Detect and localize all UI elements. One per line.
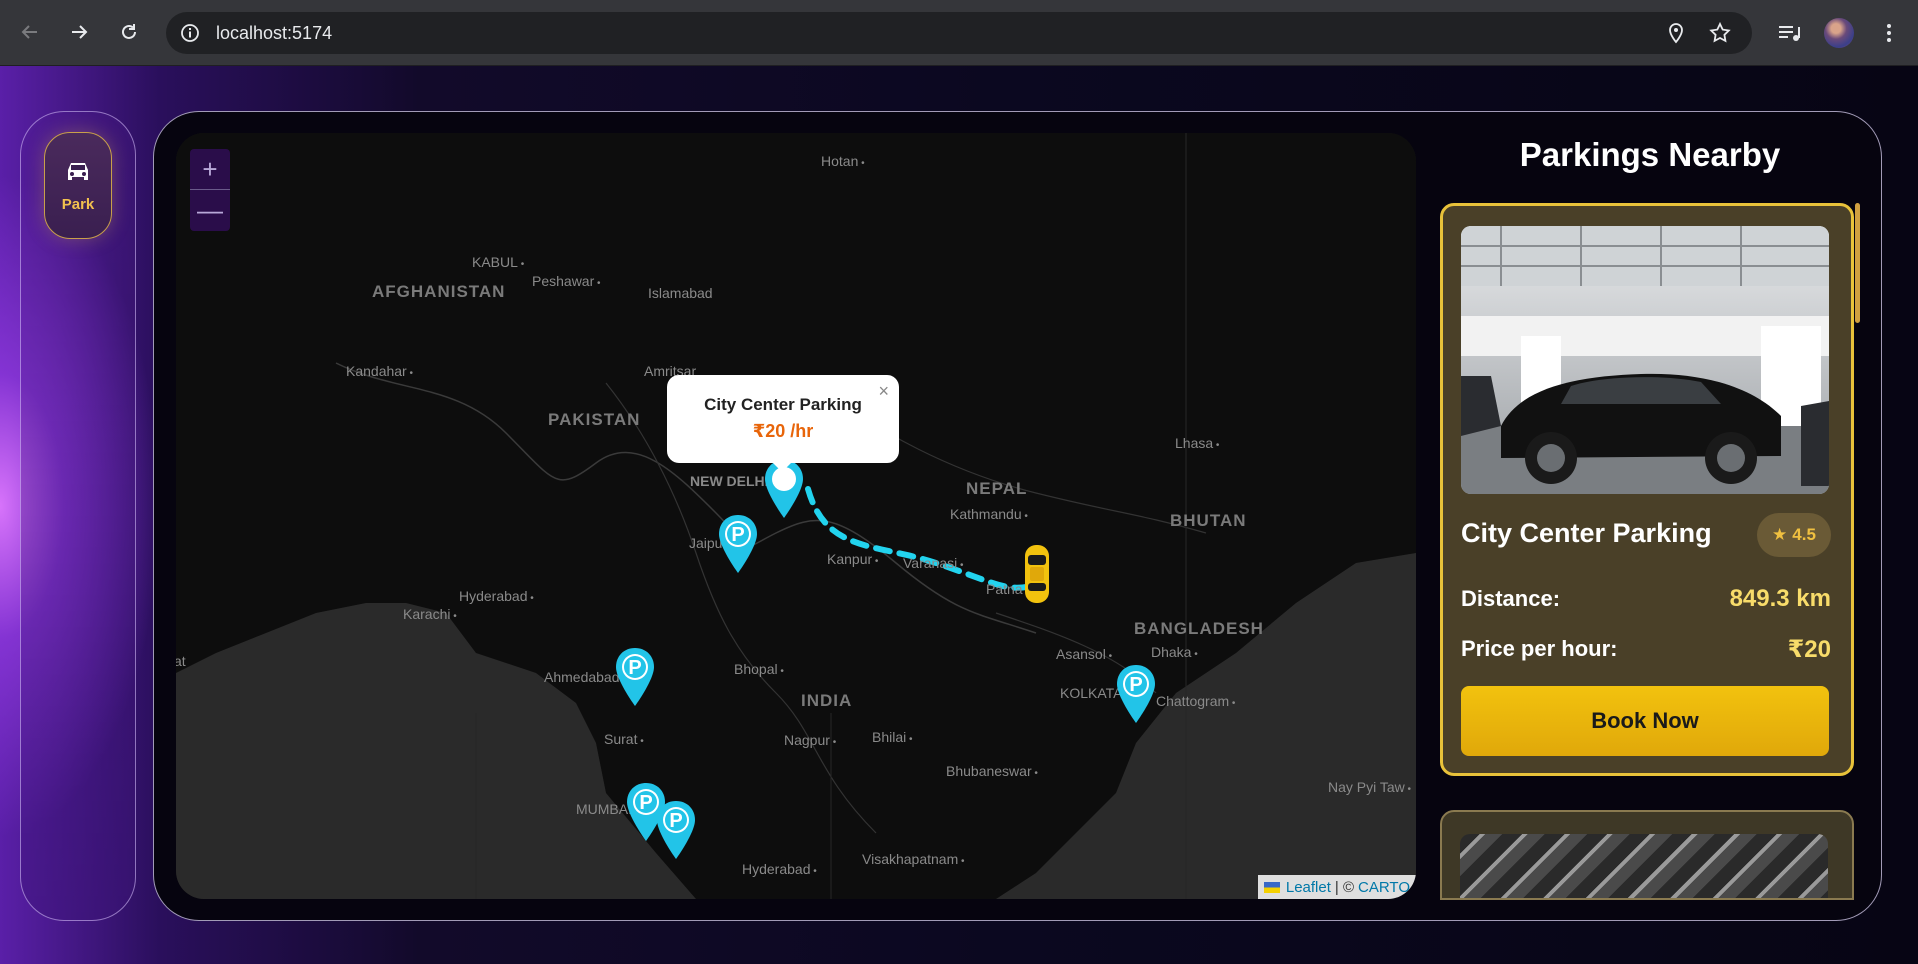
parking-image: [1460, 834, 1828, 898]
map-label: Kanpur: [827, 551, 878, 567]
url-text: localhost:5174: [216, 23, 333, 43]
map-label: Dhaka: [1151, 644, 1198, 660]
panel-scrollbar[interactable]: [1855, 203, 1860, 323]
map-label: NEW DELHI: [690, 473, 769, 489]
zoom-control: + —: [190, 149, 230, 231]
sidebar-item-park[interactable]: Park: [44, 132, 112, 239]
map-label: Hotan: [821, 153, 865, 169]
parking-pin-icon[interactable]: P: [613, 646, 657, 708]
sidebar-item-label: Park: [61, 195, 95, 213]
book-now-button[interactable]: Book Now: [1461, 686, 1829, 756]
map-label: BANGLADESH: [1134, 619, 1264, 638]
distance-label: Distance:: [1461, 586, 1561, 611]
svg-text:P: P: [731, 524, 744, 546]
map-label: Peshawar: [532, 273, 601, 289]
map-label: BHUTAN: [1170, 511, 1247, 530]
parking-pin-icon[interactable]: P: [716, 513, 760, 575]
parking-pin-icon[interactable]: P: [654, 799, 698, 861]
back-icon[interactable]: [14, 16, 46, 48]
car-icon: [63, 159, 93, 190]
ukraine-flag-icon: [1263, 881, 1280, 893]
map-label: Kandahar: [346, 363, 413, 379]
media-icon[interactable]: [1774, 18, 1804, 48]
popup-tip: [770, 460, 794, 472]
star-icon: ★: [1772, 525, 1788, 544]
map-label: NEPAL: [966, 479, 1028, 498]
map-label: Nagpur: [784, 732, 836, 748]
location-icon[interactable]: [1664, 21, 1688, 45]
map-label: Lhasa: [1175, 435, 1219, 451]
svg-text:P: P: [669, 810, 682, 832]
rating-value: 4.5: [1792, 525, 1816, 544]
browser-toolbar: localhost:5174: [0, 0, 1918, 66]
map-label: Chattogram: [1156, 693, 1235, 709]
map-label: Islamabad: [648, 285, 713, 301]
map-attribution: Leaflet | © CARTO: [1257, 875, 1416, 899]
map-label: Bhopal: [734, 661, 784, 677]
reload-icon[interactable]: [113, 16, 145, 48]
map-popup: City Center Parking ₹20 /hr ×: [667, 375, 899, 463]
map-label: Varanasi: [903, 555, 964, 571]
star-icon[interactable]: [1708, 21, 1732, 45]
popup-price: ₹20 /hr: [752, 421, 814, 441]
carto-link[interactable]: CARTO: [1358, 879, 1410, 896]
car-marker-icon: [1025, 545, 1049, 603]
svg-text:P: P: [639, 792, 652, 814]
parking-name: City Center Parking: [1461, 518, 1712, 548]
forward-icon[interactable]: [63, 16, 95, 48]
distance-value: 849.3 km: [1729, 585, 1831, 612]
map-label: INDIA: [801, 691, 853, 710]
map-label: Bhubaneswar: [946, 763, 1038, 779]
rating-badge: ★ 4.5: [1757, 513, 1831, 557]
parking-image: [1461, 226, 1829, 494]
map-label: Hyderabad: [459, 588, 534, 604]
map-label: at: [176, 653, 186, 669]
close-icon[interactable]: ×: [878, 381, 889, 402]
attribution-separator: | ©: [1334, 878, 1355, 896]
map-label: Patna: [986, 581, 1023, 597]
map-label: Bhilai: [872, 729, 913, 745]
zoom-out-button[interactable]: —: [190, 190, 230, 231]
map[interactable]: + — Hotan KABUL AFGHANISTAN Peshawar Isl…: [176, 133, 1416, 899]
map-label: Karachi: [403, 606, 457, 622]
map-label: PAKISTAN: [548, 410, 641, 429]
map-label: KABUL: [472, 254, 524, 270]
info-icon[interactable]: [178, 21, 202, 45]
menu-icon[interactable]: [1874, 18, 1904, 48]
leaflet-link[interactable]: Leaflet: [1286, 879, 1331, 896]
popup-title: City Center Parking: [704, 395, 862, 414]
avatar[interactable]: [1824, 18, 1854, 48]
map-label: Asansol: [1056, 646, 1112, 662]
map-label: Surat: [604, 731, 644, 747]
panel-title: Parkings Nearby: [1519, 136, 1781, 173]
map-label: Ahmedabad: [544, 669, 620, 685]
map-label: AFGHANISTAN: [372, 282, 506, 301]
map-label: Visakhapatnam: [862, 851, 965, 867]
parking-card[interactable]: [1440, 810, 1854, 900]
price-label: Price per hour:: [1461, 636, 1618, 661]
svg-text:P: P: [1129, 674, 1142, 696]
svg-text:P: P: [628, 657, 641, 679]
address-bar[interactable]: localhost:5174: [166, 12, 1752, 54]
parking-card[interactable]: City Center Parking ★ 4.5 Distance: 849.…: [1440, 203, 1854, 776]
price-value: ₹20: [1787, 636, 1831, 663]
sidebar: Park: [20, 111, 136, 921]
map-label: Kathmandu: [950, 506, 1028, 522]
map-label: Nay Pyi Taw: [1328, 779, 1411, 795]
parking-pin-icon[interactable]: P: [1114, 663, 1158, 725]
map-label: Hyderabad: [742, 861, 817, 877]
zoom-in-button[interactable]: +: [190, 149, 230, 190]
